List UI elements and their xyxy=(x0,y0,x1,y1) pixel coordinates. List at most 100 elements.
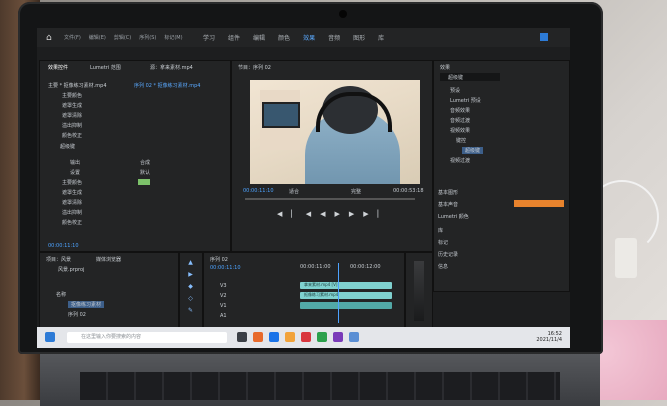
section-graphics[interactable]: 基本图形 xyxy=(438,189,458,196)
tree-keying[interactable]: 键控 xyxy=(456,137,466,144)
tree-lumetri[interactable]: Lumetri 预设 xyxy=(450,97,481,104)
ws-edit[interactable]: 编辑 xyxy=(253,33,265,42)
row-ultra-key[interactable]: 超级键 xyxy=(60,143,75,150)
razor-icon[interactable]: ◇ xyxy=(187,295,194,302)
ripple-edit-icon[interactable]: ◆ xyxy=(187,283,194,290)
video-frame xyxy=(250,80,420,184)
tree-audio-effects[interactable]: 音频效果 xyxy=(450,107,470,114)
keyboard xyxy=(80,372,560,400)
track-v3[interactable]: V3 xyxy=(220,283,227,289)
ruler-mark-2: 00:00:12:00 xyxy=(350,264,381,270)
home-icon[interactable]: ⌂ xyxy=(46,33,56,43)
ws-assembly[interactable]: 组件 xyxy=(228,33,240,42)
ws-audio[interactable]: 音频 xyxy=(328,33,340,42)
task-view-icon[interactable] xyxy=(237,332,247,342)
audio-meter xyxy=(405,252,433,329)
resolution-select[interactable]: 完整 xyxy=(351,188,361,195)
timeline-timecode[interactable]: 00:00:11:10 xyxy=(210,265,241,271)
taskbar-search[interactable]: 在这里输入你要搜索的内容 xyxy=(67,332,227,343)
folder-icon[interactable] xyxy=(285,332,295,342)
clip-v1[interactable]: 抠像练习素材.mp4 xyxy=(300,292,392,299)
app-icon-4[interactable] xyxy=(317,332,327,342)
menu-clip[interactable]: 剪辑(C) xyxy=(114,34,131,41)
row-spill[interactable]: 溢出抑制 xyxy=(62,122,82,129)
section-markers[interactable]: 标记 xyxy=(438,239,448,246)
section-libraries[interactable]: 库 xyxy=(438,227,443,234)
clip-v2-label: 拿来素材.mp4 [V] xyxy=(304,282,338,287)
menu-seq[interactable]: 序列(S) xyxy=(139,34,156,41)
effect-controls-panel: 效果控件 Lumetri 范围 源：拿来素材.mp4 主要 * 抠像练习素材.m… xyxy=(39,60,231,252)
track-select-icon[interactable]: ▶ xyxy=(187,271,194,278)
section-history[interactable]: 历史记录 xyxy=(438,251,458,258)
sequence-name[interactable]: 序列 02 * 抠像练习素材.mp4 xyxy=(134,82,200,89)
app-icon-1[interactable] xyxy=(253,332,263,342)
tree-presets[interactable]: 预设 xyxy=(450,87,460,94)
tab-source[interactable]: 源：拿来素材.mp4 xyxy=(150,64,193,71)
app-icon-5[interactable] xyxy=(349,332,359,342)
row-key-color: 主要颜色 xyxy=(62,180,83,186)
row-matte-gen[interactable]: 遮罩生成 xyxy=(62,102,82,109)
menu-file[interactable]: 文件(F) xyxy=(64,34,81,41)
clip-v1-label: 抠像练习素材.mp4 xyxy=(304,292,339,297)
sound-type-buttons[interactable] xyxy=(514,200,564,207)
row-color-correct[interactable]: 颜色校正 xyxy=(62,132,82,139)
row-matte-clean-2[interactable]: 遮罩清除 xyxy=(62,199,82,206)
tab-project[interactable]: 项目：风景 xyxy=(46,256,71,263)
project-panel: 项目：风景 媒体浏览器 风景.prproj 名称 抠像练习素材 序列 02 xyxy=(39,252,179,329)
laptop-screen: ⌂ 文件(F) 编辑(E) 剪辑(C) 序列(S) 标记(M) 学习 组件 编辑… xyxy=(37,28,570,348)
project-item-sequence[interactable]: 序列 02 xyxy=(68,311,86,318)
fit-select[interactable]: 适合 xyxy=(289,188,299,195)
clip-a1[interactable] xyxy=(300,302,392,309)
premiere-icon[interactable] xyxy=(333,332,343,342)
setting-select[interactable]: 默认 xyxy=(140,169,150,176)
track-v1[interactable]: V1 xyxy=(220,303,227,309)
ws-graphics[interactable]: 图形 xyxy=(353,33,365,42)
app-icon-2[interactable] xyxy=(269,332,279,342)
effects-panel: 效果 超级键 预设 Lumetri 预设 音频效果 音频过渡 视频效果 键控 超… xyxy=(433,60,570,292)
tree-audio-trans[interactable]: 音频过渡 xyxy=(450,117,470,124)
selection-tool-icon[interactable]: ▲ xyxy=(187,259,194,266)
charger xyxy=(615,238,637,278)
tab-effect-controls[interactable]: 效果控件 xyxy=(48,64,68,71)
ws-color[interactable]: 颜色 xyxy=(278,33,290,42)
ws-effects[interactable]: 效果 xyxy=(303,33,315,42)
transport-controls[interactable]: ◀▏◀◀▶▶▶▏ xyxy=(277,210,392,218)
tree-video-trans[interactable]: 视频过渡 xyxy=(450,157,470,164)
project-item-clip[interactable]: 抠像练习素材 xyxy=(68,301,105,308)
ws-libraries[interactable]: 库 xyxy=(378,33,384,42)
row-matte-gen-2[interactable]: 遮罩生成 xyxy=(62,189,82,196)
clip-v2[interactable]: 拿来素材.mp4 [V] xyxy=(300,282,392,289)
start-icon[interactable] xyxy=(45,332,55,342)
section-sound[interactable]: 基本声音 xyxy=(438,201,458,208)
tree-ultra-key[interactable]: 超级键 xyxy=(462,147,484,154)
program-title[interactable]: 节目：序列 02 xyxy=(238,64,271,71)
app-icon-3[interactable] xyxy=(301,332,311,342)
effects-search-input[interactable]: 超级键 xyxy=(440,73,500,81)
output-select[interactable]: 合成 xyxy=(140,159,150,166)
timeline-title[interactable]: 序列 02 xyxy=(210,256,228,263)
menu-marker[interactable]: 标记(M) xyxy=(164,34,182,41)
effects-title[interactable]: 效果 xyxy=(440,64,450,71)
tab-media-browser[interactable]: 媒体浏览器 xyxy=(96,256,121,263)
section-lumetri[interactable]: Lumetri 颜色 xyxy=(438,213,469,220)
effect-timecode[interactable]: 00:00:11:10 xyxy=(48,243,79,249)
col-name[interactable]: 名称 xyxy=(56,291,66,298)
track-a1[interactable]: A1 xyxy=(220,313,227,319)
menu-edit[interactable]: 编辑(E) xyxy=(89,34,106,41)
ws-learn[interactable]: 学习 xyxy=(203,33,215,42)
share-icon[interactable] xyxy=(540,33,548,41)
row-color-correct-2[interactable]: 颜色校正 xyxy=(62,219,82,226)
row-matte-clean[interactable]: 遮罩清除 xyxy=(62,112,82,119)
program-scrubber[interactable] xyxy=(245,198,415,200)
program-timecode[interactable]: 00:00:11:10 xyxy=(243,188,274,194)
track-v2[interactable]: V2 xyxy=(220,293,227,299)
clip-name: 主要 * 抠像练习素材.mp4 xyxy=(48,83,107,89)
pen-icon[interactable]: ✎ xyxy=(187,307,194,314)
ruler-mark-1: 00:00:11:00 xyxy=(300,264,331,270)
row-spill-2[interactable]: 溢出抑制 xyxy=(62,209,82,216)
key-color-swatch[interactable] xyxy=(138,179,150,185)
section-info[interactable]: 信息 xyxy=(438,263,448,270)
tree-video-effects[interactable]: 视频效果 xyxy=(450,127,470,134)
tab-lumetri[interactable]: Lumetri 范围 xyxy=(90,64,121,71)
playhead[interactable] xyxy=(338,263,339,323)
